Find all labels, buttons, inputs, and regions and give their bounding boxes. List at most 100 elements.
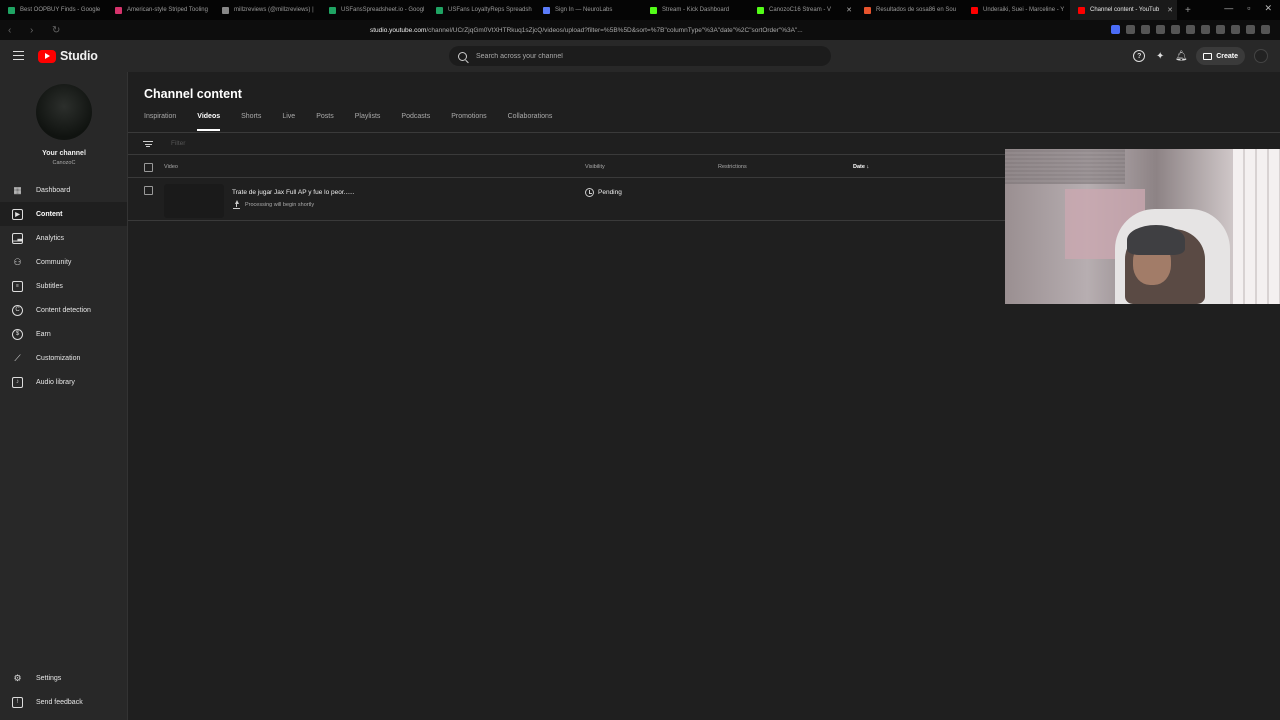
tab-shorts[interactable]: Shorts [241, 113, 261, 129]
extensions-bar [1111, 25, 1270, 34]
browser-tab[interactable]: USFans LoyaltyReps Spreadsh [428, 0, 535, 20]
browser-tab[interactable]: American-style Striped Tooling [107, 0, 214, 20]
browser-tab[interactable]: Stream - Kick Dashboard [642, 0, 749, 20]
browser-tab-strip: Best OOPBUY Finds - Google American-styl… [0, 0, 1280, 20]
sparkle-icon[interactable]: ✦ [1154, 50, 1166, 62]
extension-icon[interactable] [1261, 25, 1270, 34]
tab-favicon-icon [650, 6, 657, 14]
sidebar-item-content-detection[interactable]: C Content detection [0, 298, 127, 322]
column-header-date[interactable]: Date ↓ [853, 164, 869, 170]
tab-posts[interactable]: Posts [316, 113, 334, 129]
extension-icon[interactable] [1156, 25, 1165, 34]
extension-icon[interactable] [1171, 25, 1180, 34]
menu-icon[interactable] [13, 51, 24, 60]
upload-icon [232, 200, 241, 209]
browser-tab[interactable]: CanozoC16 Stream - V ✕ [749, 0, 856, 20]
sidebar-item-dashboard[interactable]: ▦ Dashboard [0, 178, 127, 202]
video-title[interactable]: Trate de jugar Jax Full AP y fue lo peor… [232, 189, 354, 196]
channel-handle: CanozoC [52, 160, 76, 166]
webcam-overlay [1005, 149, 1280, 304]
sidebar-item-label: Settings [36, 674, 62, 682]
browser-tab[interactable]: USFansSpreadsheet.io - Googl [321, 0, 428, 20]
dollar-icon: $ [12, 328, 23, 340]
select-all-checkbox[interactable] [144, 163, 153, 172]
url-host: studio.youtube.com [370, 27, 427, 34]
browser-tab[interactable]: Sign In — NeuroLabs [535, 0, 642, 20]
filter-icon[interactable] [143, 141, 153, 148]
browser-tab-label: Resultados de sosa86 en Sou [876, 7, 957, 13]
tab-favicon-icon [8, 6, 15, 14]
tab-promotions[interactable]: Promotions [451, 113, 486, 129]
minimize-icon[interactable]: — [1224, 3, 1233, 14]
tab-favicon-icon [971, 6, 978, 14]
close-window-icon[interactable]: ✕ [1264, 3, 1272, 14]
extension-icon[interactable] [1141, 25, 1150, 34]
sidebar-item-subtitles[interactable]: ≡ Subtitles [0, 274, 127, 298]
account-avatar[interactable] [1254, 49, 1268, 63]
browser-tab-label: Underaiki, Suei - Marceline - Y [983, 7, 1065, 13]
sidebar-item-label: Audio library [36, 378, 75, 386]
create-button[interactable]: Create [1196, 47, 1245, 65]
tab-favicon-icon [864, 6, 871, 14]
column-header-restrictions: Restrictions [718, 164, 747, 170]
gear-icon: ⚙ [13, 672, 22, 683]
address-bar-row: ‹ › ↻ studio.youtube.com/channel/UCrZjqG… [0, 20, 1280, 40]
maximize-icon[interactable]: ▫ [1247, 3, 1250, 14]
extension-icon[interactable] [1216, 25, 1225, 34]
row-checkbox[interactable] [144, 186, 153, 195]
help-icon[interactable]: ? [1133, 50, 1146, 62]
sidebar-item-settings[interactable]: ⚙ Settings [0, 666, 127, 690]
tab-videos[interactable]: Videos [197, 113, 220, 131]
window-blinds [1005, 149, 1125, 184]
tab-podcasts[interactable]: Podcasts [401, 113, 430, 129]
video-thumbnail[interactable] [164, 184, 224, 218]
url-field[interactable]: studio.youtube.com/channel/UCrZjqGm0VtXH… [370, 24, 910, 37]
visibility-cell[interactable]: Pending [585, 188, 622, 197]
forward-icon[interactable]: › [30, 25, 44, 36]
browser-tab[interactable]: Resultados de sosa86 en Sou [856, 0, 963, 20]
extension-icon[interactable] [1246, 25, 1255, 34]
browser-tab[interactable]: millzreviews (@millzreviews) | [214, 0, 321, 20]
bell-icon[interactable]: 🔔︎ [1175, 50, 1188, 62]
visibility-text: Pending [598, 189, 622, 196]
browser-tab[interactable]: Best OOPBUY Finds - Google [0, 0, 107, 20]
sidebar-item-earn[interactable]: $ Earn [0, 322, 127, 346]
extension-icon[interactable] [1111, 25, 1120, 34]
browser-tab-active[interactable]: Channel content - YouTub ✕ [1070, 0, 1177, 20]
tab-live[interactable]: Live [282, 113, 295, 129]
extension-icon[interactable] [1201, 25, 1210, 34]
sidebar-item-label: Dashboard [36, 186, 71, 194]
sidebar-item-customization[interactable]: ⟋ Customization [0, 346, 127, 370]
filter-input[interactable]: Filter [171, 140, 185, 147]
extension-icon[interactable] [1126, 25, 1135, 34]
browser-tab-label: Channel content - YouTub [1090, 7, 1160, 13]
studio-logo[interactable]: Studio [38, 49, 98, 63]
sidebar-item-label: Customization [36, 354, 81, 362]
tab-inspiration[interactable]: Inspiration [144, 113, 176, 129]
browser-tab[interactable]: Underaiki, Suei - Marceline - Y [963, 0, 1070, 20]
magic-wand-icon: ⟋ [14, 352, 21, 363]
sidebar-item-audio-library[interactable]: ♪ Audio library [0, 370, 127, 394]
search-input[interactable] [476, 52, 806, 60]
back-icon[interactable]: ‹ [8, 25, 22, 36]
tab-playlists[interactable]: Playlists [355, 113, 381, 129]
tab-collaborations[interactable]: Collaborations [508, 113, 553, 129]
sidebar-item-label: Content detection [36, 306, 91, 314]
sidebar-item-send-feedback[interactable]: ! Send feedback [0, 690, 127, 714]
tab-favicon-icon [1078, 6, 1085, 14]
extension-icon[interactable] [1186, 25, 1195, 34]
sidebar-item-analytics[interactable]: ▁▃ Analytics [0, 226, 127, 250]
sidebar-bottom-nav: ⚙ Settings ! Send feedback [0, 666, 127, 714]
sidebar-item-community[interactable]: ⚇ Community [0, 250, 127, 274]
reload-icon[interactable]: ↻ [52, 25, 66, 36]
close-tab-icon[interactable]: ✕ [1167, 6, 1173, 14]
dashboard-icon: ▦ [13, 184, 22, 195]
search-bar[interactable] [449, 46, 831, 66]
extension-icon[interactable] [1231, 25, 1240, 34]
new-tab-icon[interactable]: + [1185, 5, 1191, 16]
sidebar-item-content[interactable]: ▶ Content [0, 202, 127, 226]
create-label: Create [1216, 52, 1238, 60]
close-tab-icon[interactable]: ✕ [846, 6, 852, 14]
channel-avatar[interactable] [36, 84, 92, 140]
sidebar-item-label: Analytics [36, 234, 65, 242]
